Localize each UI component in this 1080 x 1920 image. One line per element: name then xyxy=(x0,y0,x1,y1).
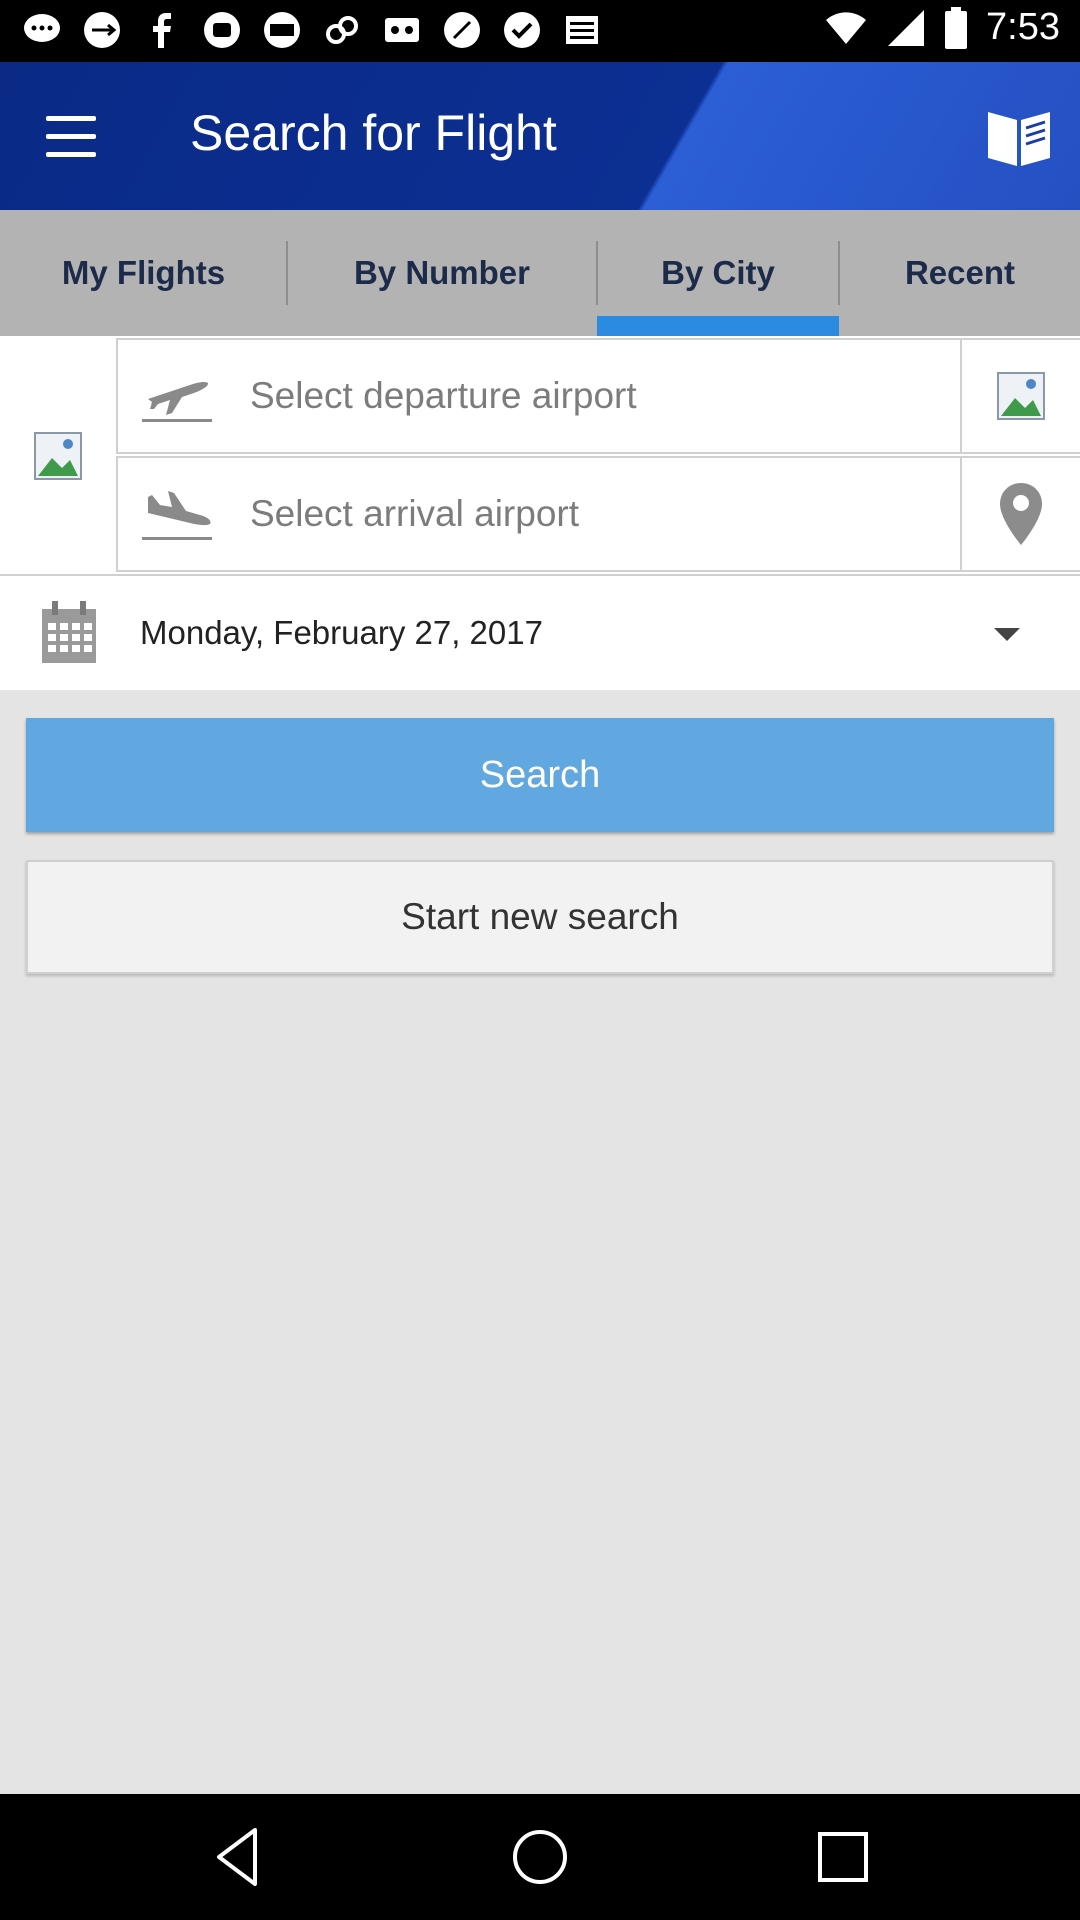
recents-icon[interactable] xyxy=(808,1822,878,1892)
facebook-icon xyxy=(140,8,184,52)
arrival-field[interactable]: Select arrival airport xyxy=(116,456,962,572)
departure-plane-icon xyxy=(142,381,212,422)
departure-image-icon[interactable] xyxy=(962,338,1080,454)
status-right: 7:53 xyxy=(824,6,1060,49)
flight-search-form: Select departure airport Select arrival … xyxy=(0,336,1080,690)
notification-icons xyxy=(20,8,604,52)
menu-icon[interactable] xyxy=(44,116,100,160)
usb-icon xyxy=(80,8,124,52)
selected-date: Monday, February 27, 2017 xyxy=(140,614,543,651)
arrival-plane-icon xyxy=(142,491,212,540)
chat-bubble-icon xyxy=(20,8,64,52)
check-icon xyxy=(500,8,544,52)
tab-by-number[interactable]: By Number xyxy=(288,210,596,336)
location-pin-icon[interactable] xyxy=(962,456,1080,572)
status-bar: 7:53 xyxy=(0,0,1080,62)
usa-today-icon xyxy=(260,8,304,52)
search-button[interactable]: Search xyxy=(26,718,1054,832)
date-selector[interactable]: Monday, February 27, 2017 xyxy=(0,574,1080,690)
arrival-placeholder: Select arrival airport xyxy=(250,493,580,534)
system-nav-bar xyxy=(0,1794,1080,1920)
tab-recent[interactable]: Recent xyxy=(840,210,1080,336)
book-icon[interactable] xyxy=(984,102,1054,168)
news-icon xyxy=(560,8,604,52)
app-bar: Search for Flight xyxy=(0,62,1080,210)
page-title: Search for Flight xyxy=(190,105,557,161)
home-icon[interactable] xyxy=(505,1822,575,1892)
status-time: 7:53 xyxy=(986,6,1060,48)
battery-icon xyxy=(945,6,968,49)
back-icon[interactable] xyxy=(205,1822,275,1892)
departure-placeholder: Select departure airport xyxy=(250,375,637,416)
tab-my-flights[interactable]: My Flights xyxy=(0,210,287,336)
fiddle-icon xyxy=(440,8,484,52)
selected-tab-indicator xyxy=(597,316,839,336)
departure-field[interactable]: Select departure airport xyxy=(116,338,962,454)
calendar-icon xyxy=(42,601,96,663)
start-new-search-button[interactable]: Start new search xyxy=(26,860,1054,974)
dropdown-caret-icon xyxy=(994,628,1020,641)
signal-icon xyxy=(888,9,925,46)
tab-bar: My Flights By Number By City Recent xyxy=(0,210,1080,336)
swap-airports-icon[interactable] xyxy=(34,432,82,480)
phone-icon xyxy=(200,8,244,52)
link-icon xyxy=(320,8,364,52)
voicemail-icon xyxy=(380,8,424,52)
wifi-icon xyxy=(826,11,867,44)
